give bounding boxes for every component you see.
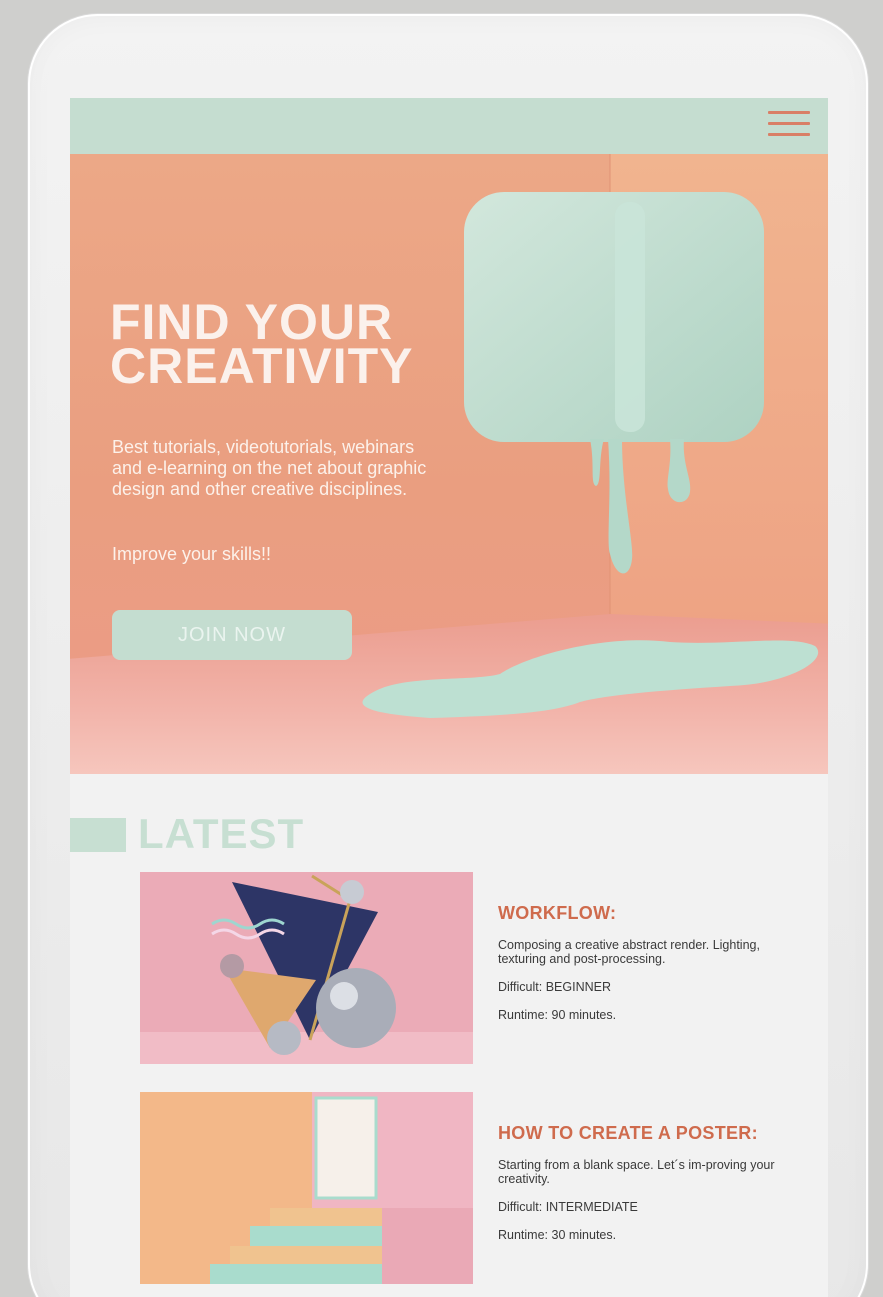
hero-title: FIND YOUR CREATIVITY xyxy=(110,294,414,394)
card-difficulty: Difficult: INTERMEDIATE xyxy=(498,1200,638,1214)
card-description: Starting from a blank space. Let´s im-pr… xyxy=(498,1158,775,1186)
hero-banner: FIND YOUR CREATIVITY Best tutorials, vid… xyxy=(70,154,828,774)
card-runtime: Runtime: 90 minutes. xyxy=(498,1008,617,1022)
card-heading[interactable]: HOW TO CREATE A POSTER: xyxy=(498,1123,798,1144)
tablet-screen: FIND YOUR CREATIVITY Best tutorials, vid… xyxy=(70,98,828,1297)
card-runtime: Runtime: 30 minutes. xyxy=(498,1228,617,1242)
poster-thumbnail[interactable] xyxy=(140,1092,473,1284)
workflow-thumbnail[interactable] xyxy=(140,872,473,1064)
hero-tagline: Improve your skills!! xyxy=(112,544,272,564)
workflow-card-text: WORKFLOW: Composing a creative abstract … xyxy=(498,903,798,1036)
poster-card-text: HOW TO CREATE A POSTER: Starting from a … xyxy=(498,1123,798,1256)
card-description: Composing a creative abstract render. Li… xyxy=(498,938,760,966)
top-nav-bar xyxy=(70,98,828,154)
join-now-button[interactable]: JOIN NOW xyxy=(112,610,352,660)
card-difficulty: Difficult: BEGINNER xyxy=(498,980,611,994)
latest-section-title: LATEST xyxy=(138,810,305,857)
card-heading[interactable]: WORKFLOW: xyxy=(498,903,798,924)
latest-accent-bar xyxy=(70,818,126,852)
hero-description: Best tutorials, videotutorials, webinars… xyxy=(112,437,427,499)
hamburger-menu-icon[interactable] xyxy=(768,108,812,142)
